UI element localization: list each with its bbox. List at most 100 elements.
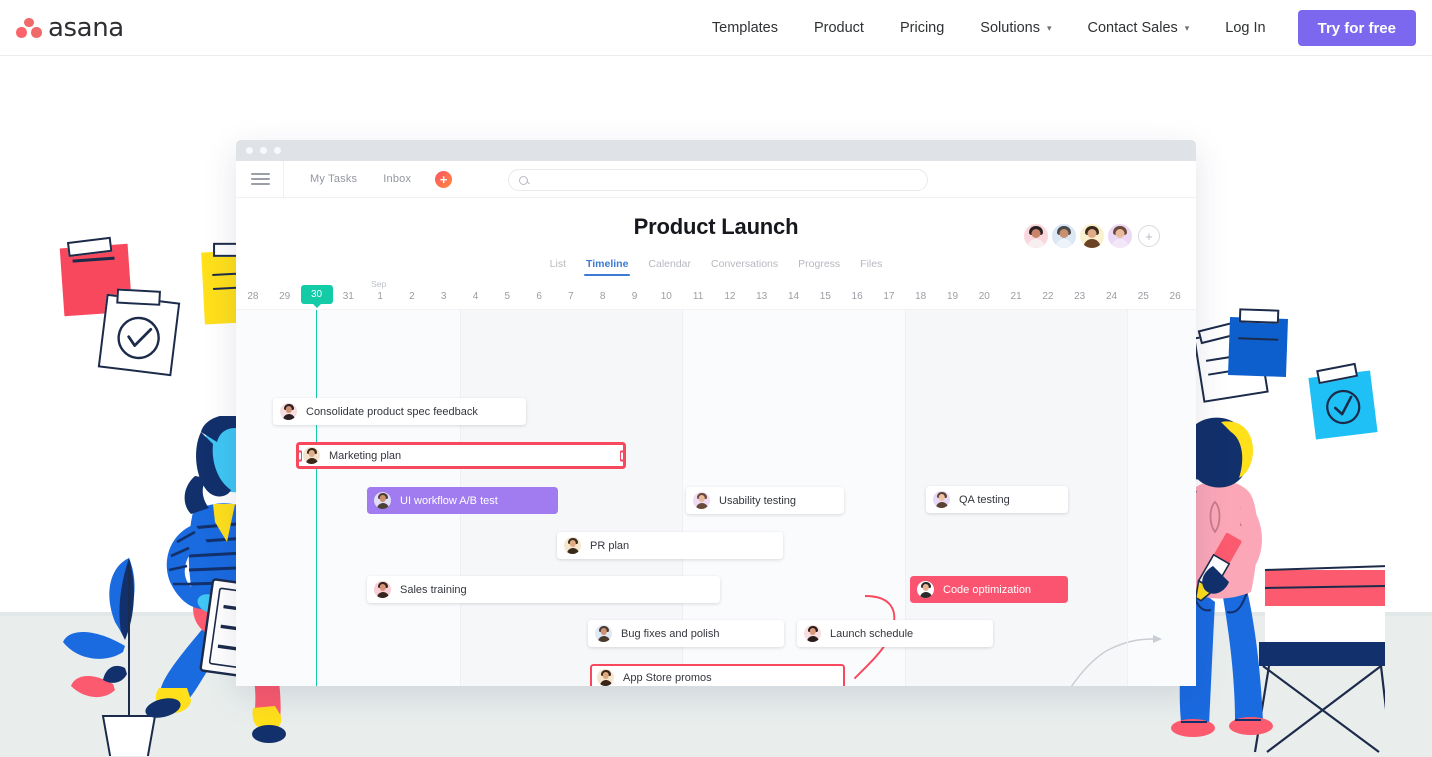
project-header: Product Launch +: [236, 198, 1196, 258]
ruler-day-25: 25: [1137, 291, 1149, 302]
task-assignee-avatar[interactable]: [564, 537, 581, 554]
ruler-day-7: 7: [568, 291, 574, 302]
task-assignee-avatar[interactable]: [693, 492, 710, 509]
timeline-task-bar[interactable]: Usability testing: [686, 487, 844, 514]
hamburger-menu-icon[interactable]: [242, 173, 278, 185]
try-for-free-button[interactable]: Try for free: [1297, 10, 1416, 46]
task-name: Sales training: [400, 583, 467, 596]
window-minimize-dot[interactable]: [260, 147, 267, 154]
task-assignee-avatar[interactable]: [595, 625, 612, 642]
logo-wordmark: asana: [48, 13, 124, 43]
ruler-day-24: 24: [1105, 291, 1118, 302]
task-name: App Store promos: [623, 671, 712, 684]
timeline-task-bar[interactable]: Launch schedule: [797, 620, 993, 647]
timeline-task-bar[interactable]: PR plan: [557, 532, 783, 559]
tab-calendar[interactable]: Calendar: [638, 258, 701, 276]
task-name: Consolidate product spec feedback: [306, 405, 478, 418]
nav-links: Templates Product Pricing Solutions ▾ Co…: [694, 0, 1416, 56]
timeline-task-bar[interactable]: Sales training: [367, 576, 720, 603]
avatar[interactable]: [1024, 224, 1048, 248]
ruler-day-15: 15: [819, 291, 831, 302]
ruler-day-4: 4: [472, 291, 479, 302]
tab-list[interactable]: List: [540, 258, 576, 276]
timeline-task-bar[interactable]: App Store promos: [590, 664, 845, 686]
task-assignee-avatar[interactable]: [597, 669, 614, 686]
window-maximize-dot[interactable]: [274, 147, 281, 154]
task-assignee-avatar[interactable]: [374, 581, 391, 598]
task-assignee-avatar[interactable]: [374, 492, 391, 509]
avatar[interactable]: [1108, 224, 1132, 248]
ruler-day-21: 21: [1010, 291, 1022, 302]
nav-link-product[interactable]: Product: [796, 0, 882, 56]
tab-timeline[interactable]: Timeline: [576, 258, 638, 276]
nav-link-solutions-label: Solutions: [980, 20, 1040, 36]
task-assignee-avatar[interactable]: [804, 625, 821, 642]
task-assignee-avatar[interactable]: [917, 581, 934, 598]
inbox-link[interactable]: Inbox: [383, 173, 411, 185]
ruler-day-11: 11: [692, 291, 704, 302]
timeline-date-ruler[interactable]: 282930311Sep2345678910111213141516171819…: [236, 279, 1196, 310]
task-name: Marketing plan: [329, 449, 402, 462]
tab-conversations[interactable]: Conversations: [701, 258, 788, 276]
folding-chair: [1253, 565, 1385, 753]
ruler-day-26: 26: [1169, 291, 1181, 302]
today-line: [315, 310, 318, 686]
task-assignee-avatar[interactable]: [303, 447, 320, 464]
timeline-task-bar[interactable]: Consolidate product spec feedback: [273, 398, 526, 425]
nav-link-login[interactable]: Log In: [1207, 0, 1283, 56]
tab-progress[interactable]: Progress: [788, 258, 850, 276]
ruler-day-8: 8: [599, 291, 606, 302]
ruler-day-16: 16: [851, 291, 863, 302]
window-close-dot[interactable]: [246, 147, 253, 154]
chevron-down-icon: ▾: [1184, 22, 1190, 33]
ruler-day-2: 2: [409, 291, 415, 302]
app-toolbar: My Tasks Inbox +: [236, 160, 1196, 198]
timeline-task-bar[interactable]: UI workflow A/B test: [367, 487, 558, 514]
ruler-day-14: 14: [787, 291, 800, 302]
task-assignee-avatar[interactable]: [280, 403, 297, 420]
project-members: +: [1024, 224, 1160, 248]
ruler-day-23: 23: [1074, 291, 1086, 302]
try-for-free-label: Try for free: [1317, 19, 1396, 37]
top-navigation-bar: asana Templates Product Pricing Solution…: [0, 0, 1432, 56]
task-resize-handle-left[interactable]: [298, 450, 302, 461]
ruler-day-13: 13: [756, 291, 768, 302]
ruler-day-28: 28: [247, 291, 259, 302]
timeline-task-bar[interactable]: Code optimization: [910, 576, 1068, 603]
chevron-down-icon: ▾: [1046, 22, 1052, 33]
asana-logo[interactable]: asana: [16, 13, 124, 43]
nav-link-product-label: Product: [813, 20, 864, 36]
ruler-day-1: 1: [377, 291, 383, 302]
today-marker: 30: [300, 285, 333, 304]
task-name: Bug fixes and polish: [621, 627, 720, 640]
timeline-canvas[interactable]: Consolidate product spec feedback Marketi…: [236, 310, 1196, 686]
search-input[interactable]: [508, 169, 928, 191]
ruler-day-12: 12: [724, 291, 736, 302]
add-member-button[interactable]: +: [1138, 225, 1160, 247]
sticky-note-blue: [1228, 308, 1288, 377]
timeline-task-bar[interactable]: Bug fixes and polish: [588, 620, 784, 647]
ruler-day-31: 31: [342, 291, 354, 302]
task-name: Usability testing: [719, 494, 797, 507]
tab-files[interactable]: Files: [850, 258, 892, 276]
timeline-task-bar[interactable]: QA testing: [926, 486, 1068, 513]
avatar[interactable]: [1080, 224, 1104, 248]
ruler-day-10: 10: [660, 291, 672, 302]
nav-link-templates[interactable]: Templates: [694, 0, 796, 56]
timeline-task-bar[interactable]: Marketing plan: [296, 442, 626, 469]
ruler-day-17: 17: [883, 291, 895, 302]
task-assignee-avatar[interactable]: [933, 491, 950, 508]
nav-link-solutions[interactable]: Solutions ▾: [962, 0, 1069, 56]
plus-circle-icon[interactable]: +: [435, 170, 453, 188]
toolbar-divider: [283, 160, 284, 198]
task-name: QA testing: [959, 493, 1010, 506]
task-resize-handle-right[interactable]: [620, 450, 624, 461]
nav-link-templates-label: Templates: [711, 20, 778, 36]
nav-link-pricing[interactable]: Pricing: [882, 0, 962, 56]
timeline-gridline: [1127, 310, 1129, 686]
avatar[interactable]: [1052, 224, 1076, 248]
ruler-day-29: 29: [279, 291, 291, 302]
my-tasks-link[interactable]: My Tasks: [310, 173, 357, 185]
task-name: Launch schedule: [830, 627, 914, 640]
nav-link-contact-sales[interactable]: Contact Sales ▾: [1069, 0, 1207, 56]
